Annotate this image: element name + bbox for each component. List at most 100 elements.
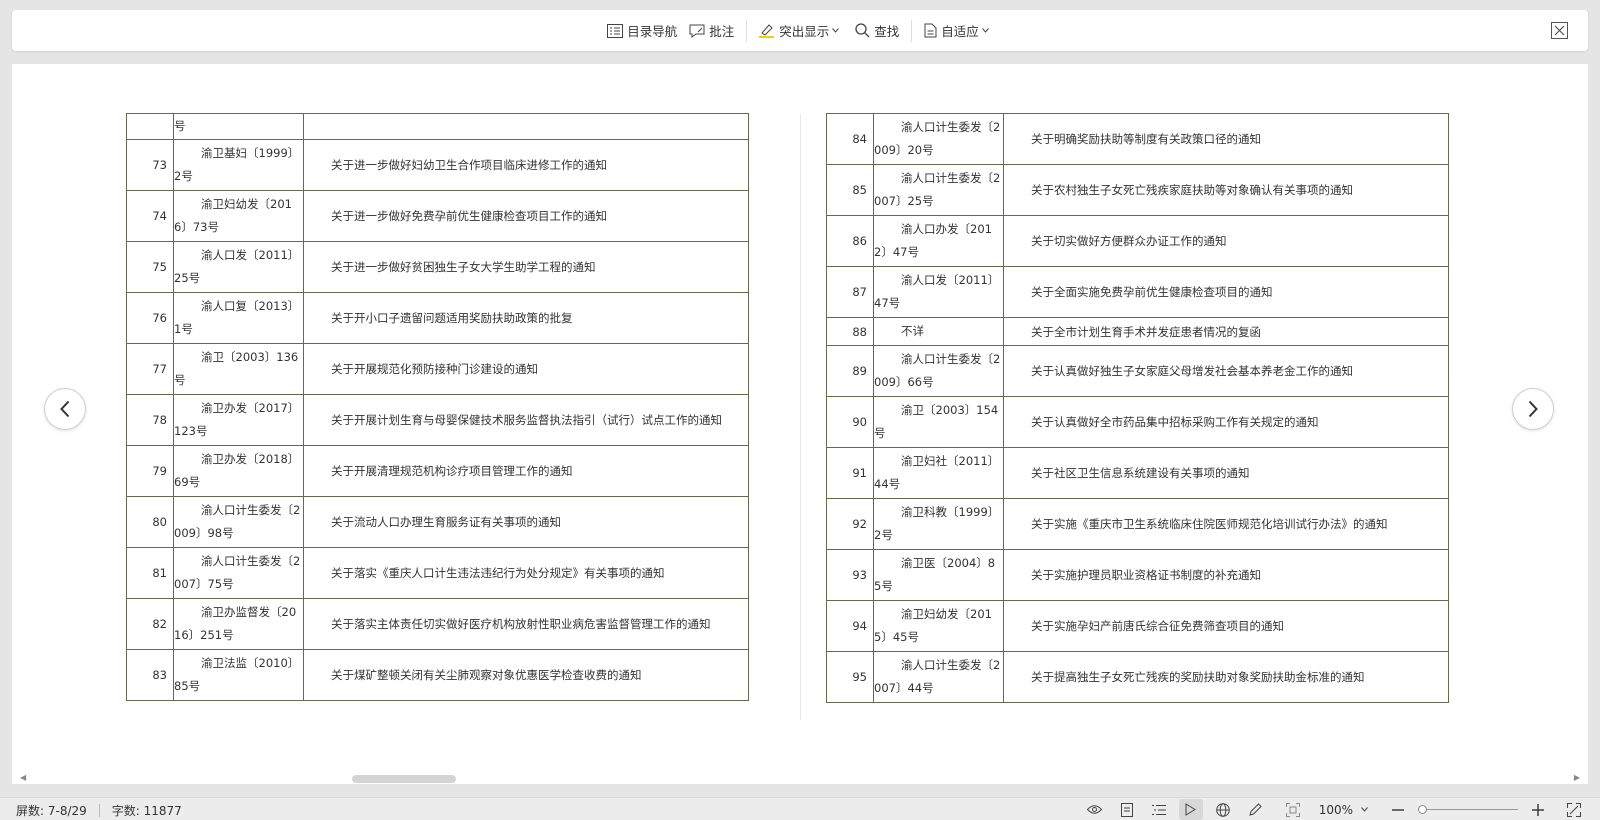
view-controls: 100% [1075,799,1586,820]
scroll-right-icon[interactable]: ▶ [1574,773,1580,782]
chevron-left-icon [60,400,70,418]
title-cell: 关于全市计划生育手术并发症患者情况的复函 [1003,317,1449,346]
write-mode-button[interactable] [1243,799,1267,820]
doc-number-cell: 渝卫〔2003〕136号 [173,343,304,395]
num-cell: 84 [826,113,874,165]
play-icon [1185,803,1197,816]
zoom-in-button[interactable] [1526,799,1550,820]
doc-number-cell: 不详 [873,317,1004,346]
zoom-level[interactable]: 100% [1319,803,1353,817]
zoom-slider[interactable] [1418,799,1518,820]
title-cell: 关于进一步做好免费孕前优生健康检查项目工作的通知 [303,190,749,242]
scrollbar-thumb[interactable] [352,775,456,783]
table-row: 95 渝人口计生委发〔2007〕44号 关于提高独生子女死亡残疾的奖励扶助对象奖励扶… [826,651,1449,703]
eye-protection-button[interactable] [1083,799,1107,820]
num-cell: 88 [826,317,874,346]
fit-label: 自适应 [941,24,979,39]
table-row: 76 渝人口复〔2013〕1号 关于开小口子遗留问题适用奖励扶助政策的批复 [126,292,749,344]
num-cell: 92 [826,498,874,550]
find-button[interactable]: 查找 [849,17,905,45]
title-cell: 关于社区卫生信息系统建设有关事项的通知 [1003,447,1449,499]
table-row: 86 渝人口办发〔2012〕47号 关于切实做好方便群众办证工作的通知 [826,215,1449,267]
fullscreen-icon [1567,802,1581,817]
title-cell: 关于明确奖励扶助等制度有关政策口径的通知 [1003,113,1449,165]
num-cell: 73 [126,139,174,191]
toc-nav-label: 目录导航 [627,24,678,39]
close-icon[interactable] [1551,22,1568,39]
num-cell: 93 [826,549,874,601]
num-cell: 80 [126,496,174,548]
table-row: 74 渝卫妇幼发〔2016〕73号 关于进一步做好免费孕前优生健康检查项目工作的通知 [126,190,749,242]
doc-number-cell: 渝卫〔2003〕154号 [873,396,1004,448]
pen-icon [1248,802,1262,816]
chevron-down-icon [981,28,989,33]
prev-page-button[interactable] [44,388,86,430]
fullscreen-button[interactable] [1562,799,1586,820]
toolbar-divider [746,19,748,42]
highlighter-icon [759,24,775,38]
doc-number-cell: 号 [173,113,304,140]
title-cell: 关于实施《重庆市卫生系统临床住院医师规范化培训试行办法》的通知 [1003,498,1449,550]
table-row: 78 渝卫办发〔2017〕123号 关于开展计划生育与母婴保健技术服务监督执法指引（… [126,394,749,446]
reading-mode-button[interactable] [1178,799,1203,820]
table-row: 83 渝卫法监〔2010〕85号 关于煤矿整顿关闭有关尘肺观察对象优惠医学检查收费的… [126,649,749,701]
doc-number-cell: 渝人口计生委发〔2007〕75号 [173,547,304,599]
doc-number-cell: 渝卫妇社〔2011〕44号 [873,447,1004,499]
title-cell: 关于实施护理员职业资格证书制度的补充通知 [1003,549,1449,601]
right-page-table: 84 渝人口计生委发〔2009〕20号 关于明确奖励扶助等制度有关政策口径的通知 85… [826,113,1449,703]
web-view-button[interactable] [1211,799,1235,820]
title-cell [303,113,749,140]
chevron-down-icon[interactable] [1361,807,1368,812]
title-cell: 关于开展规范化预防接种门诊建设的通知 [303,343,749,395]
scroll-left-icon[interactable]: ◀ [20,773,26,782]
top-toolbar: 目录导航 批注 突出显示 查找 自适应 [12,10,1588,51]
num-cell: 87 [826,266,874,318]
fit-button[interactable]: 自适应 [918,17,999,45]
page-icon [1120,802,1133,817]
comment-button[interactable]: 批注 [683,17,740,45]
doc-number-cell: 渝人口计生委发〔2009〕66号 [873,345,1004,397]
table-row: 87 渝人口发〔2011〕47号 关于全面实施免费孕前优生健康检查项目的通知 [826,266,1449,318]
num-cell: 82 [126,598,174,650]
table-row: 91 渝卫妇社〔2011〕44号 关于社区卫生信息系统建设有关事项的通知 [826,447,1449,499]
screen-count: 屏数: 7-8/29 [16,804,87,818]
table-row-continued: 号 [126,113,749,140]
next-page-button[interactable] [1512,388,1554,430]
table-row: 92 渝卫科教〔1999〕2号 关于实施《重庆市卫生系统临床住院医师规范化培训试行办… [826,498,1449,550]
status-info: 屏数: 7-8/29 字数: 11877 [16,802,182,819]
zoom-slider-handle[interactable] [1418,805,1427,814]
title-cell: 关于提高独生子女死亡残疾的奖励扶助对象奖励扶助金标准的通知 [1003,651,1449,703]
outline-view-button[interactable] [1147,799,1171,820]
title-cell: 关于煤矿整顿关闭有关尘肺观察对象优惠医学检查收费的通知 [303,649,749,701]
globe-icon [1215,802,1230,817]
title-cell: 关于认真做好全市药品集中招标采购工作有关规定的通知 [1003,396,1449,448]
doc-number-cell: 渝人口发〔2011〕47号 [873,266,1004,318]
highlight-button[interactable]: 突出显示 [753,17,849,45]
highlight-label: 突出显示 [779,24,830,39]
table-row: 82 渝卫办监督发〔2016〕251号 关于落实主体责任切实做好医疗机构放射性职业病… [126,598,749,650]
doc-number-cell: 渝人口计生委发〔2007〕44号 [873,651,1004,703]
find-label: 查找 [874,24,900,39]
fit-screen-button[interactable] [1281,799,1305,820]
horizontal-scrollbar[interactable]: ◀ ▶ [12,770,1588,784]
num-cell: 74 [126,190,174,242]
chevron-right-icon [1528,400,1538,418]
doc-number-cell: 渝人口复〔2013〕1号 [173,292,304,344]
zoom-out-button[interactable] [1386,799,1410,820]
title-cell: 关于切实做好方便群众办证工作的通知 [1003,215,1449,267]
fit-screen-icon [1285,802,1300,817]
comment-icon [689,24,705,38]
title-cell: 关于开展清理规范机构诊疗项目管理工作的通知 [303,445,749,497]
num-cell: 77 [126,343,174,395]
table-row: 73 渝卫基妇〔1999〕2号 关于进一步做好妇幼卫生合作项目临床进修工作的通知 [126,139,749,191]
page-view-button[interactable] [1115,799,1139,820]
num-cell: 89 [826,345,874,397]
status-bar: 屏数: 7-8/29 字数: 11877 100% [0,797,1600,820]
toolbar-divider [911,19,913,42]
doc-number-cell: 渝卫妇幼发〔2016〕73号 [173,190,304,242]
toc-nav-button[interactable]: 目录导航 [601,17,683,45]
title-cell: 关于进一步做好贫困独生子女大学生助学工程的通知 [303,241,749,293]
zoom-slider-track [1418,809,1518,810]
table-row: 94 渝卫妇幼发〔2015〕45号 关于实施孕妇产前唐氏综合征免费筛查项目的通知 [826,600,1449,652]
title-cell: 关于实施孕妇产前唐氏综合征免费筛查项目的通知 [1003,600,1449,652]
